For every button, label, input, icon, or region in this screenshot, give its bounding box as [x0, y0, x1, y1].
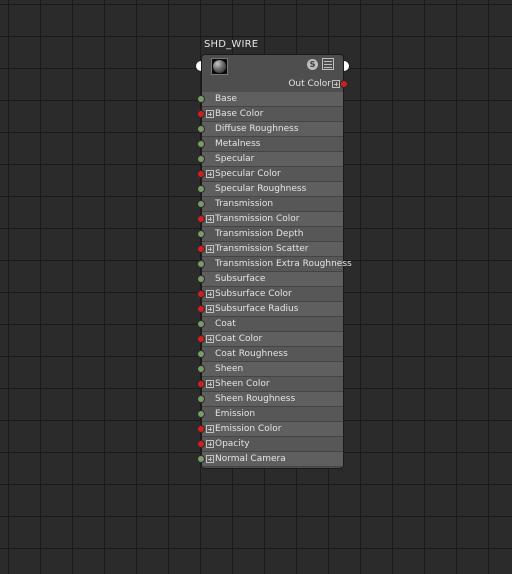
- expand-icon[interactable]: [206, 170, 214, 178]
- expand-icon[interactable]: [206, 305, 214, 313]
- attr-port-emission-color[interactable]: [197, 425, 205, 433]
- attr-port-transmission[interactable]: [197, 200, 205, 208]
- attr-port-metalness[interactable]: [197, 140, 205, 148]
- attr-label: Transmission Color: [215, 214, 300, 224]
- shader-node[interactable]: S Out Color Base Base Color Diffuse Roughn…: [197, 54, 352, 469]
- attr-row-transmission-color[interactable]: Transmission Color: [197, 212, 343, 227]
- attr-row-specular-color[interactable]: Specular Color: [197, 167, 343, 182]
- attr-label: Subsurface: [215, 274, 266, 284]
- attr-port-subsurface-radius[interactable]: [197, 305, 205, 313]
- attribute-list: Base Base Color Diffuse Roughness Metalness…: [197, 92, 352, 467]
- attr-label: Sheen Color: [215, 379, 270, 389]
- attr-row-emission[interactable]: Emission: [197, 407, 343, 422]
- expand-icon[interactable]: [206, 380, 214, 388]
- attribute-list-icon[interactable]: [322, 58, 334, 70]
- attr-row-coat[interactable]: Coat: [197, 317, 343, 332]
- attr-row-specular[interactable]: Specular: [197, 152, 343, 167]
- expand-icon[interactable]: [206, 245, 214, 253]
- attr-label: Normal Camera: [215, 454, 286, 464]
- attr-port-coat-color[interactable]: [197, 335, 205, 343]
- attr-row-base-color[interactable]: Base Color: [197, 107, 343, 122]
- node-editor-canvas[interactable]: SHD_WIRE S Out Color Base Base Color Diffu…: [0, 0, 512, 574]
- attr-port-subsurface-color[interactable]: [197, 290, 205, 298]
- attr-label: Transmission Scatter: [215, 244, 309, 254]
- out-color-expand-icon[interactable]: [332, 80, 340, 88]
- attr-port-normal-camera[interactable]: [197, 455, 205, 463]
- attr-row-opacity[interactable]: Opacity: [197, 437, 343, 452]
- expand-icon[interactable]: [206, 110, 214, 118]
- attr-row-emission-color[interactable]: Emission Color: [197, 422, 343, 437]
- attr-label: Transmission: [215, 199, 274, 209]
- attr-port-sheen[interactable]: [197, 365, 205, 373]
- attr-label: Sheen: [215, 364, 244, 374]
- attr-row-subsurface[interactable]: Subsurface: [197, 272, 343, 287]
- attr-label: Opacity: [215, 439, 250, 449]
- attr-label: Coat Roughness: [215, 349, 288, 359]
- attr-label: Transmission Depth: [215, 229, 304, 239]
- attr-label: Specular: [215, 154, 255, 164]
- attr-label: Metalness: [215, 139, 261, 149]
- attr-port-transmission-extra-roughness[interactable]: [197, 260, 205, 268]
- attr-port-diffuse-roughness[interactable]: [197, 125, 205, 133]
- attr-label: Emission: [215, 409, 256, 419]
- attr-port-transmission-color[interactable]: [197, 215, 205, 223]
- out-color-label: Out Color: [288, 79, 331, 89]
- attr-port-sheen-color[interactable]: [197, 380, 205, 388]
- attr-label: Transmission Extra Roughness: [215, 259, 352, 269]
- attr-port-specular[interactable]: [197, 155, 205, 163]
- expand-icon[interactable]: [206, 425, 214, 433]
- attr-row-transmission-extra-roughness[interactable]: Transmission Extra Roughness: [197, 257, 352, 272]
- attr-port-base[interactable]: [197, 95, 205, 103]
- attr-port-emission[interactable]: [197, 410, 205, 418]
- attr-label: Base Color: [215, 109, 264, 119]
- attr-label: Sheen Roughness: [215, 394, 296, 404]
- attr-port-sheen-roughness[interactable]: [197, 395, 205, 403]
- attr-row-metalness[interactable]: Metalness: [197, 137, 343, 152]
- attr-label: Coat: [215, 319, 236, 329]
- attr-label: Specular Roughness: [215, 184, 307, 194]
- attr-row-subsurface-radius[interactable]: Subsurface Radius: [197, 302, 343, 317]
- attr-row-transmission[interactable]: Transmission: [197, 197, 343, 212]
- attr-port-opacity[interactable]: [197, 440, 205, 448]
- attr-port-specular-color[interactable]: [197, 170, 205, 178]
- attr-row-sheen-roughness[interactable]: Sheen Roughness: [197, 392, 343, 407]
- attr-label: Diffuse Roughness: [215, 124, 299, 134]
- attr-row-normal-camera[interactable]: Normal Camera: [197, 452, 343, 467]
- attr-label: Subsurface Color: [215, 289, 292, 299]
- node-header: S Out Color: [202, 55, 343, 91]
- expand-icon[interactable]: [206, 215, 214, 223]
- attr-port-subsurface[interactable]: [197, 275, 205, 283]
- attr-row-transmission-scatter[interactable]: Transmission Scatter: [197, 242, 343, 257]
- attr-row-coat-color[interactable]: Coat Color: [197, 332, 343, 347]
- attr-label: Coat Color: [215, 334, 263, 344]
- sphere-swatch-icon[interactable]: [211, 58, 228, 75]
- attr-row-coat-roughness[interactable]: Coat Roughness: [197, 347, 343, 362]
- node-title[interactable]: SHD_WIRE: [204, 39, 258, 50]
- attr-row-subsurface-color[interactable]: Subsurface Color: [197, 287, 343, 302]
- expand-icon[interactable]: [206, 440, 214, 448]
- attr-row-base[interactable]: Base: [197, 92, 343, 107]
- expand-icon[interactable]: [206, 455, 214, 463]
- sphere-preview: [213, 60, 226, 73]
- attr-label: Emission Color: [215, 424, 282, 434]
- expand-icon[interactable]: [206, 335, 214, 343]
- shader-badge-icon[interactable]: S: [307, 59, 318, 70]
- attr-row-diffuse-roughness[interactable]: Diffuse Roughness: [197, 122, 343, 137]
- attr-port-transmission-scatter[interactable]: [197, 245, 205, 253]
- attr-port-specular-roughness[interactable]: [197, 185, 205, 193]
- attr-row-sheen[interactable]: Sheen: [197, 362, 343, 377]
- attr-row-transmission-depth[interactable]: Transmission Depth: [197, 227, 343, 242]
- attr-row-sheen-color[interactable]: Sheen Color: [197, 377, 343, 392]
- attr-label: Specular Color: [215, 169, 281, 179]
- out-color-port[interactable]: [340, 80, 348, 88]
- attr-row-specular-roughness[interactable]: Specular Roughness: [197, 182, 343, 197]
- attr-port-coat[interactable]: [197, 320, 205, 328]
- expand-icon[interactable]: [206, 290, 214, 298]
- attr-port-coat-roughness[interactable]: [197, 350, 205, 358]
- attr-label: Base: [215, 94, 237, 104]
- attr-label: Subsurface Radius: [215, 304, 299, 314]
- attr-port-base-color[interactable]: [197, 110, 205, 118]
- attr-port-transmission-depth[interactable]: [197, 230, 205, 238]
